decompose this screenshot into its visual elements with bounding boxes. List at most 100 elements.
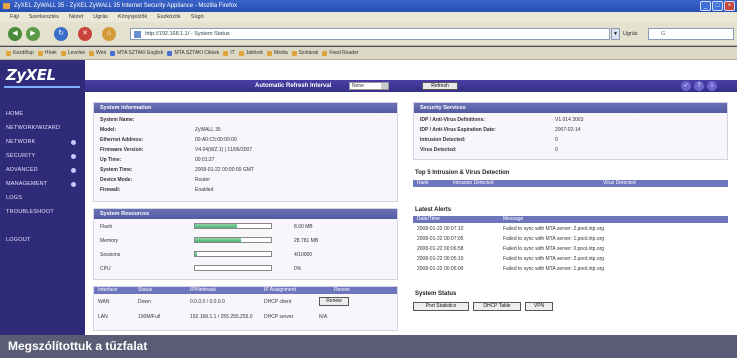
info-row: Firmware Version: V4.04(WZ.1) | 11/06/200… bbox=[100, 147, 253, 153]
resource-label: CPU bbox=[100, 266, 111, 272]
about-icon[interactable]: i bbox=[707, 81, 717, 91]
panel-title: Security Services bbox=[414, 103, 727, 113]
top5-table-header: Rank Intrusion Detected Virus Detected bbox=[413, 180, 728, 187]
menu-file[interactable]: Fájl bbox=[10, 12, 19, 22]
address-dropdown[interactable]: ▼ bbox=[611, 28, 620, 40]
table-cell: DHCP server bbox=[264, 314, 294, 320]
bookmark-item[interactable]: Web bbox=[89, 47, 106, 59]
search-input[interactable]: G bbox=[648, 28, 734, 40]
bookmark-icon bbox=[266, 50, 272, 56]
bookmark-item[interactable]: MTA SZTAKI English bbox=[110, 47, 163, 59]
wizard-icon[interactable]: ✓ bbox=[681, 81, 691, 91]
table-cell: Down bbox=[138, 299, 151, 305]
renew-button[interactable]: Renew bbox=[319, 297, 349, 306]
resource-value: 0% bbox=[294, 266, 302, 272]
bookmark-item[interactable]: Hírek bbox=[37, 47, 57, 59]
security-row: IDP / Anti-Virus Definitions: V1.014 3003 bbox=[420, 117, 584, 123]
bookmark-item[interactable]: Játékok bbox=[238, 47, 263, 59]
info-row: System Time: 2008-01-22 00:00:00 GMT bbox=[100, 167, 254, 173]
bookmark-item[interactable]: Szótárak bbox=[291, 47, 318, 59]
top5-title: Top 5 Intrusion & Virus Detection bbox=[415, 170, 510, 176]
info-row: Up Time: 00:01:27 bbox=[100, 157, 215, 163]
resource-label: Flash bbox=[100, 224, 113, 230]
bookmark-icon bbox=[291, 50, 297, 56]
menu-view[interactable]: Nézet bbox=[69, 12, 83, 22]
refresh-label: Automatic Refresh Interval bbox=[255, 83, 332, 89]
home-icon[interactable]: ⌂ bbox=[102, 27, 116, 41]
magazine-caption: Megszólítottuk a tűzfalat bbox=[0, 335, 737, 358]
menu-bookmarks[interactable]: Könyvjelzők bbox=[118, 12, 147, 22]
chevron-icon bbox=[71, 140, 76, 145]
bookmark-item[interactable]: Feed Reader bbox=[322, 47, 359, 59]
sidebar-item-security[interactable]: SECURITY bbox=[6, 152, 82, 161]
panel-title: System Information bbox=[94, 103, 397, 113]
zyxel-logo: ZyXEL bbox=[6, 66, 56, 84]
dhcp-table-button[interactable]: DHCP Table bbox=[473, 302, 521, 311]
menu-go[interactable]: Ugrás bbox=[93, 12, 108, 22]
alert-row: 2008-01-22 00:07:10 Failed to sync with M… bbox=[417, 226, 605, 232]
dropdown-arrow-icon bbox=[381, 83, 388, 89]
table-row: LAN bbox=[98, 314, 108, 320]
security-row: IDP / Anti-Virus Expiration Date: 2007-02… bbox=[420, 127, 581, 133]
back-icon[interactable]: ◀ bbox=[8, 27, 22, 41]
stop-icon[interactable]: ✕ bbox=[78, 27, 92, 41]
info-row: Device Mode: Router bbox=[100, 177, 211, 183]
bookmark-icon bbox=[37, 50, 43, 56]
bookmarks-toolbar: Kezdőlap Hírek Levelek Web MTA SZTAKI En… bbox=[0, 47, 737, 60]
port-statistics-button[interactable]: Port Statistics bbox=[413, 302, 469, 311]
refresh-toolbar: Automatic Refresh Interval None Refresh … bbox=[85, 80, 737, 92]
menu-tools[interactable]: Eszközök bbox=[157, 12, 181, 22]
sidebar-item-network-wizard[interactable]: NETWORK/WIZARD bbox=[6, 124, 82, 133]
reload-icon[interactable]: ↻ bbox=[54, 27, 68, 41]
top-icons: ✓ ? i bbox=[681, 81, 717, 91]
help-icon[interactable]: ? bbox=[694, 81, 704, 91]
minimize-button[interactable]: _ bbox=[700, 1, 711, 11]
sidebar-item-network[interactable]: NETWORK bbox=[6, 138, 82, 147]
sidebar-item-management[interactable]: MANAGEMENT bbox=[6, 180, 82, 189]
sidebar-item-logout[interactable]: LOGOUT bbox=[6, 236, 82, 245]
bookmark-icon bbox=[322, 50, 328, 56]
go-button[interactable]: Ugrás bbox=[623, 28, 645, 40]
bookmark-item[interactable]: MTA SZTAKI Cikkek bbox=[167, 47, 219, 59]
alerts-title: Latest Alerts bbox=[415, 207, 452, 213]
menu-edit[interactable]: Szerkesztés bbox=[29, 12, 59, 22]
menu-help[interactable]: Súgó bbox=[191, 12, 204, 22]
bookmark-icon bbox=[60, 50, 66, 56]
system-information-panel: System Information System Name: Model: Zy… bbox=[93, 102, 398, 202]
refresh-interval-select[interactable]: None bbox=[349, 82, 389, 90]
close-button[interactable]: × bbox=[724, 1, 735, 11]
chevron-icon bbox=[71, 182, 76, 187]
sidebar-item-logs[interactable]: LOGS bbox=[6, 194, 82, 203]
sidebar-item-home[interactable]: HOME bbox=[6, 110, 82, 119]
alert-row: 2008-01-22 00:06:58 Failed to sync with M… bbox=[417, 246, 605, 252]
bookmark-item[interactable]: Kezdőlap bbox=[6, 47, 34, 59]
sidebar-item-troubleshoot[interactable]: TROUBLESHOOT bbox=[6, 208, 82, 217]
resource-value: 8.00 MB bbox=[294, 224, 313, 230]
bookmark-icon bbox=[110, 50, 116, 56]
window-title: ZyXEL ZyWALL 35 - ZyXEL ZyWALL 35 Intern… bbox=[14, 3, 238, 9]
bookmark-item[interactable]: IT bbox=[223, 47, 235, 59]
vpn-button[interactable]: VPN bbox=[525, 302, 553, 311]
bookmark-icon bbox=[89, 50, 95, 56]
memory-usage-bar bbox=[194, 237, 272, 243]
window-controls: _ □ × bbox=[700, 1, 735, 11]
caption-text: Megszólítottuk a tűzfalat bbox=[8, 339, 148, 353]
navigation-toolbar: ◀ ▶ ↻ ✕ ⌂ http://192.168.1.1/ - System S… bbox=[0, 22, 737, 46]
forward-icon[interactable]: ▶ bbox=[26, 27, 40, 41]
security-services-panel: Security Services IDP / Anti-Virus Defin… bbox=[413, 102, 728, 160]
security-row: Intrusion Detected: 0 bbox=[420, 137, 558, 143]
address-bar[interactable]: http://192.168.1.1/ - System Status bbox=[130, 28, 610, 40]
maximize-button[interactable]: □ bbox=[712, 1, 723, 11]
usage-fill bbox=[195, 252, 197, 256]
system-status-title: System Status bbox=[415, 291, 457, 297]
table-row: WAN bbox=[98, 299, 110, 305]
bookmark-item[interactable]: Levelek bbox=[60, 47, 85, 59]
sidebar-item-advanced[interactable]: ADVANCED bbox=[6, 166, 82, 175]
bookmark-item[interactable]: Média bbox=[266, 47, 288, 59]
usage-fill bbox=[195, 238, 241, 242]
alert-row: 2008-01-22 00:05:00 Failed to sync with M… bbox=[417, 266, 605, 272]
cpu-usage-bar bbox=[194, 265, 272, 271]
refresh-button[interactable]: Refresh bbox=[422, 82, 458, 90]
resource-value: 28.781 MB bbox=[294, 238, 319, 244]
table-cell: N/A bbox=[319, 314, 328, 320]
